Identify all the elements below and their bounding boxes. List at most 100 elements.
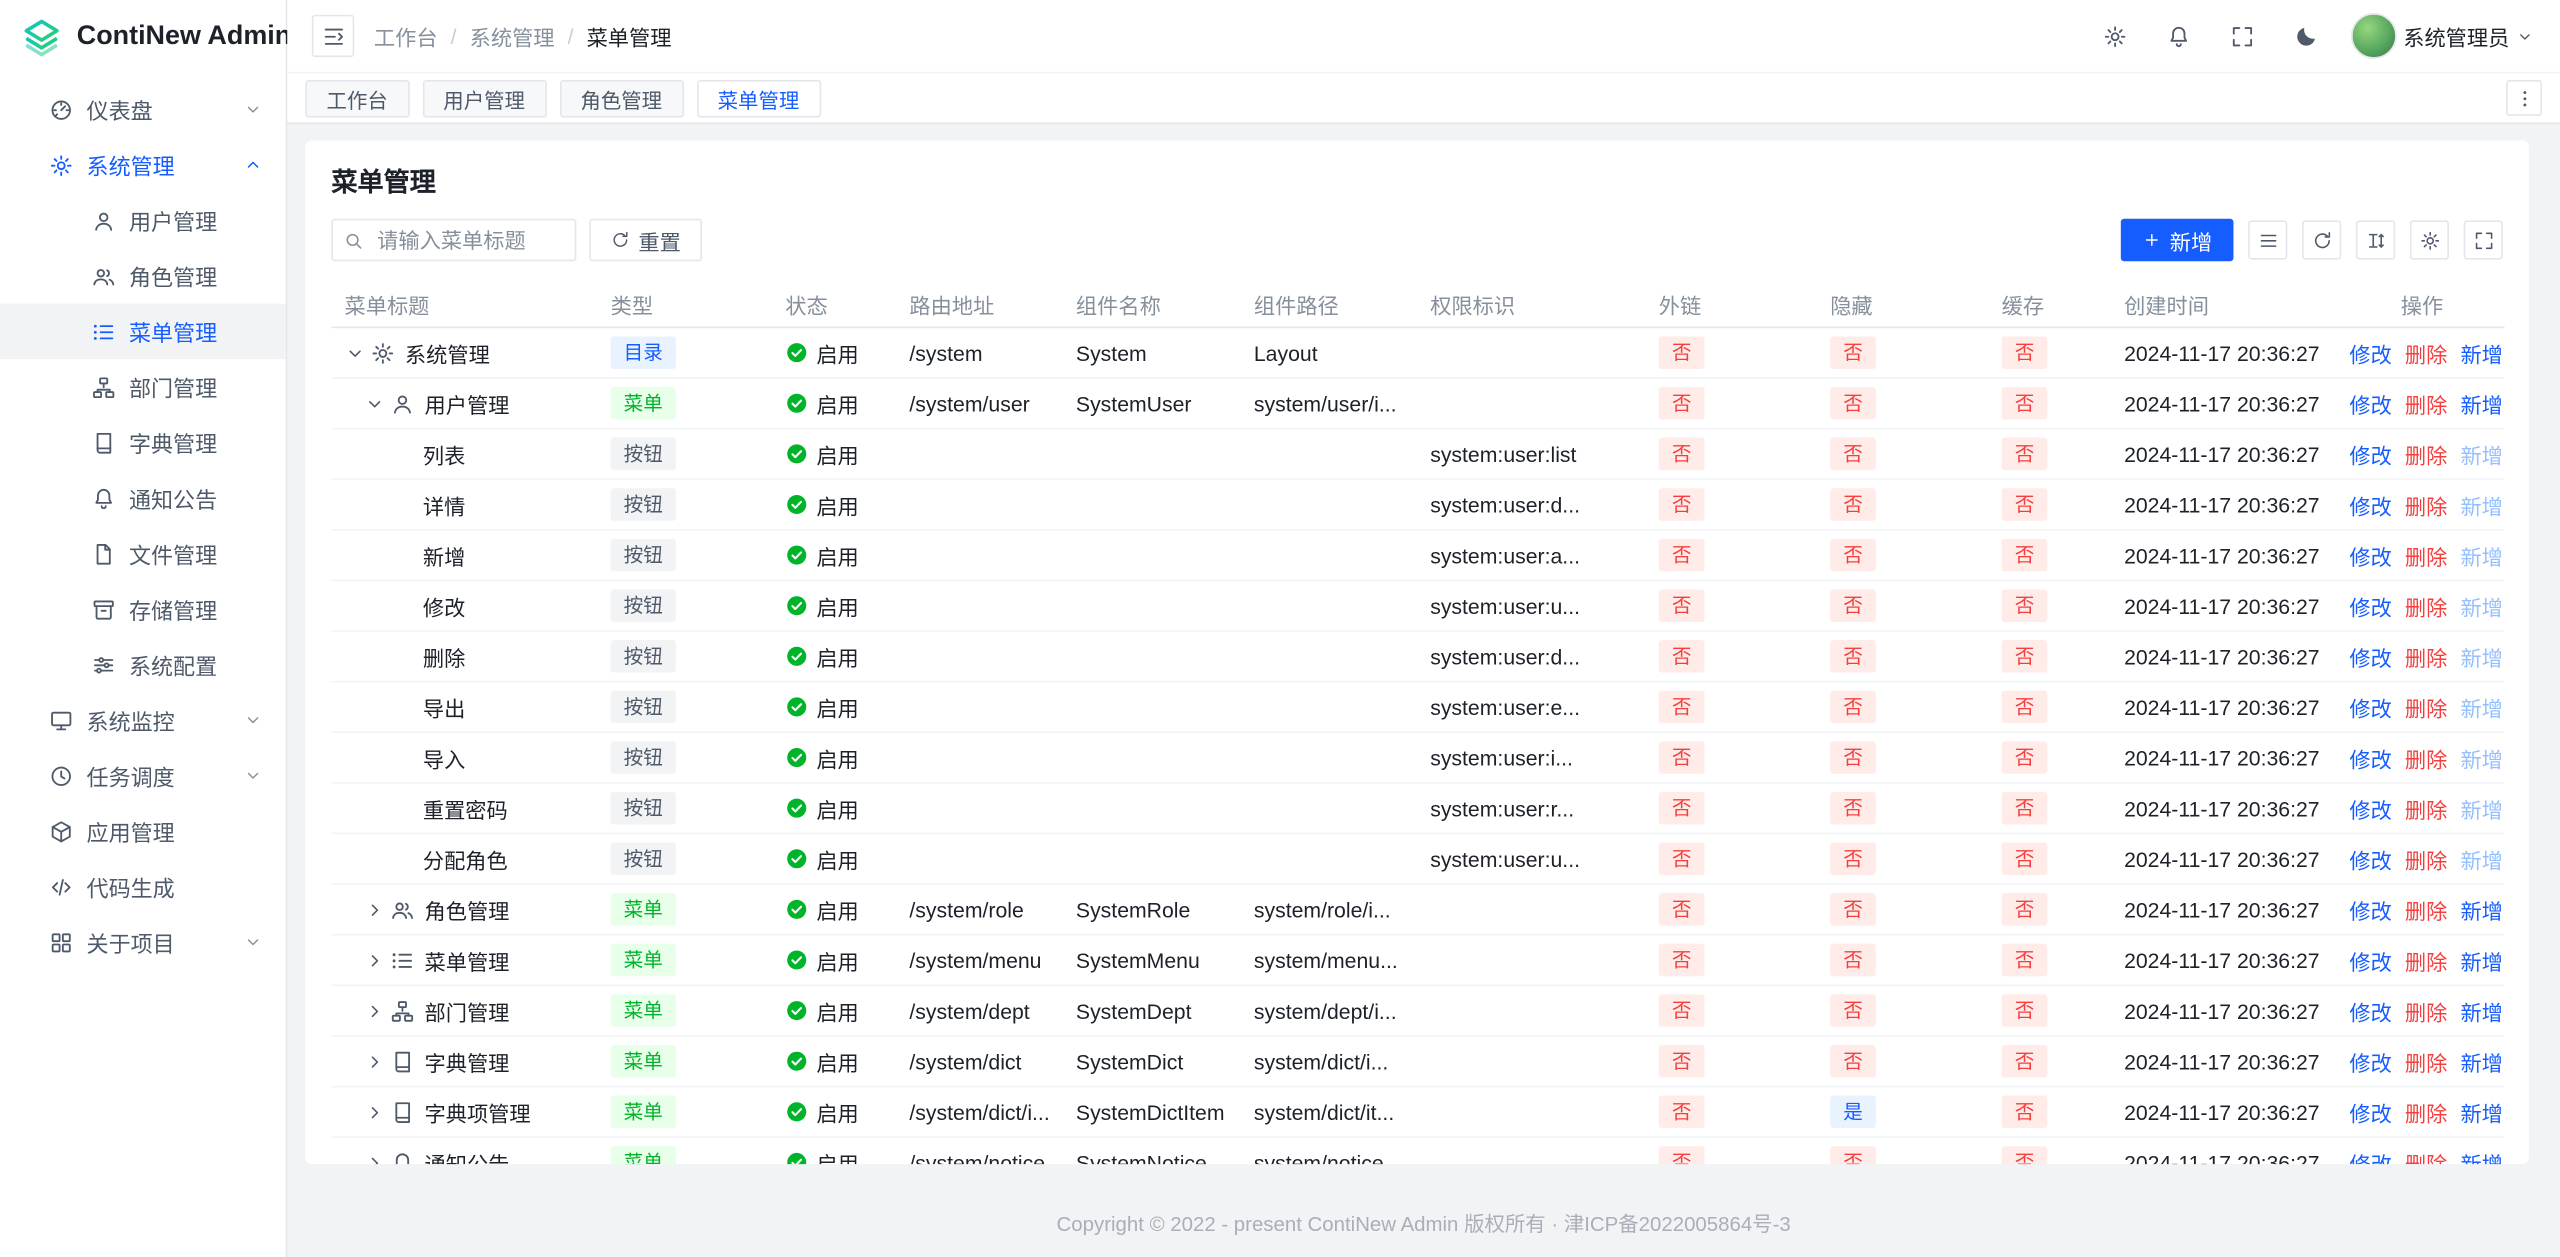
theme-toggle-button[interactable]: [2287, 16, 2326, 55]
modify-link[interactable]: 修改: [2349, 337, 2391, 368]
sidebar-item[interactable]: 任务调度: [0, 748, 286, 804]
modify-link[interactable]: 修改: [2349, 894, 2391, 925]
add-link[interactable]: 新增: [2460, 995, 2502, 1026]
sidebar-item[interactable]: 关于项目: [0, 914, 286, 970]
fullscreen-button[interactable]: [2224, 16, 2263, 55]
sidebar-item[interactable]: 通知公告: [0, 470, 286, 526]
list-view-button[interactable]: [2248, 220, 2287, 259]
sidebar-item[interactable]: 系统管理: [0, 137, 286, 193]
delete-link[interactable]: 删除: [2405, 691, 2447, 722]
delete-link[interactable]: 删除: [2405, 540, 2447, 571]
tab[interactable]: 角色管理: [559, 79, 683, 117]
modify-link[interactable]: 修改: [2349, 1147, 2391, 1164]
delete-link[interactable]: 删除: [2405, 388, 2447, 419]
expand-icon[interactable]: [364, 1152, 385, 1164]
cell-component-name: SystemMenu: [1063, 948, 1241, 972]
add-button[interactable]: 新增: [2121, 219, 2234, 261]
delete-link[interactable]: 删除: [2405, 337, 2447, 368]
add-link[interactable]: 新增: [2460, 894, 2502, 925]
breadcrumb-item[interactable]: 工作台: [374, 20, 438, 51]
notifications-button[interactable]: [2160, 16, 2199, 55]
modify-link[interactable]: 修改: [2349, 1046, 2391, 1077]
delete-link[interactable]: 删除: [2405, 944, 2447, 975]
modify-link[interactable]: 修改: [2349, 438, 2391, 469]
expand-icon[interactable]: [364, 1051, 385, 1072]
row-height-button[interactable]: [2356, 220, 2395, 259]
sidebar-item[interactable]: 文件管理: [0, 526, 286, 582]
delete-link[interactable]: 删除: [2405, 1147, 2447, 1164]
delete-link[interactable]: 删除: [2405, 843, 2447, 874]
add-link[interactable]: 新增: [2460, 944, 2502, 975]
settings-button[interactable]: [2096, 16, 2135, 55]
add-link[interactable]: 新增: [2460, 1096, 2502, 1127]
modify-link[interactable]: 修改: [2349, 388, 2391, 419]
add-link[interactable]: 新增: [2460, 540, 2502, 571]
sidebar-item[interactable]: 用户管理: [0, 193, 286, 249]
sidebar-item[interactable]: 系统配置: [0, 637, 286, 693]
add-link[interactable]: 新增: [2460, 438, 2502, 469]
user-menu[interactable]: 系统管理员: [2351, 13, 2534, 59]
hidden-badge: 否: [1830, 539, 1876, 572]
modify-link[interactable]: 修改: [2349, 944, 2391, 975]
sidebar-item[interactable]: 存储管理: [0, 581, 286, 637]
column-settings-button[interactable]: [2410, 220, 2449, 259]
sidebar-item[interactable]: 字典管理: [0, 415, 286, 471]
add-link[interactable]: 新增: [2460, 641, 2502, 672]
sidebar-item[interactable]: 仪表盘: [0, 82, 286, 138]
add-link[interactable]: 新增: [2460, 793, 2502, 824]
modify-link[interactable]: 修改: [2349, 793, 2391, 824]
cell-menu-title: 删除: [331, 641, 597, 672]
sidebar-collapse-button[interactable]: [312, 15, 354, 57]
add-link[interactable]: 新增: [2460, 590, 2502, 621]
delete-link[interactable]: 删除: [2405, 438, 2447, 469]
delete-link[interactable]: 删除: [2405, 1096, 2447, 1127]
delete-link[interactable]: 删除: [2405, 793, 2447, 824]
delete-link[interactable]: 删除: [2405, 489, 2447, 520]
modify-link[interactable]: 修改: [2349, 1096, 2391, 1127]
sidebar-item[interactable]: 部门管理: [0, 359, 286, 415]
modify-link[interactable]: 修改: [2349, 742, 2391, 773]
modify-link[interactable]: 修改: [2349, 540, 2391, 571]
add-link[interactable]: 新增: [2460, 337, 2502, 368]
add-link[interactable]: 新增: [2460, 691, 2502, 722]
brand[interactable]: ContiNew Admin: [0, 0, 286, 72]
delete-link[interactable]: 删除: [2405, 590, 2447, 621]
modify-link[interactable]: 修改: [2349, 590, 2391, 621]
expand-icon[interactable]: [364, 949, 385, 970]
refresh-table-button[interactable]: [2302, 220, 2341, 259]
modify-link[interactable]: 修改: [2349, 489, 2391, 520]
tab[interactable]: 用户管理: [422, 79, 546, 117]
expand-icon[interactable]: [364, 393, 385, 414]
add-link[interactable]: 新增: [2460, 843, 2502, 874]
delete-link[interactable]: 删除: [2405, 894, 2447, 925]
sidebar-item[interactable]: 应用管理: [0, 803, 286, 859]
tab-options-button[interactable]: [2506, 80, 2542, 116]
breadcrumb-item[interactable]: 系统管理: [470, 20, 555, 51]
sidebar-item[interactable]: 角色管理: [0, 248, 286, 304]
add-link[interactable]: 新增: [2460, 742, 2502, 773]
delete-link[interactable]: 删除: [2405, 742, 2447, 773]
add-link[interactable]: 新增: [2460, 1147, 2502, 1164]
sidebar-item[interactable]: 系统监控: [0, 692, 286, 748]
expand-icon[interactable]: [364, 1101, 385, 1122]
modify-link[interactable]: 修改: [2349, 995, 2391, 1026]
add-link[interactable]: 新增: [2460, 388, 2502, 419]
add-link[interactable]: 新增: [2460, 489, 2502, 520]
delete-link[interactable]: 删除: [2405, 1046, 2447, 1077]
tab[interactable]: 工作台: [305, 79, 409, 117]
expand-icon[interactable]: [344, 342, 365, 363]
tab[interactable]: 菜单管理: [696, 79, 820, 117]
add-link[interactable]: 新增: [2460, 1046, 2502, 1077]
delete-link[interactable]: 删除: [2405, 995, 2447, 1026]
search-input[interactable]: [374, 226, 575, 254]
delete-link[interactable]: 删除: [2405, 641, 2447, 672]
expand-icon[interactable]: [364, 899, 385, 920]
sidebar-item[interactable]: 菜单管理: [0, 304, 286, 360]
modify-link[interactable]: 修改: [2349, 691, 2391, 722]
modify-link[interactable]: 修改: [2349, 843, 2391, 874]
table-fullscreen-button[interactable]: [2464, 220, 2503, 259]
expand-icon[interactable]: [364, 1000, 385, 1021]
reset-button[interactable]: 重置: [589, 219, 702, 261]
sidebar-item[interactable]: 代码生成: [0, 859, 286, 915]
modify-link[interactable]: 修改: [2349, 641, 2391, 672]
